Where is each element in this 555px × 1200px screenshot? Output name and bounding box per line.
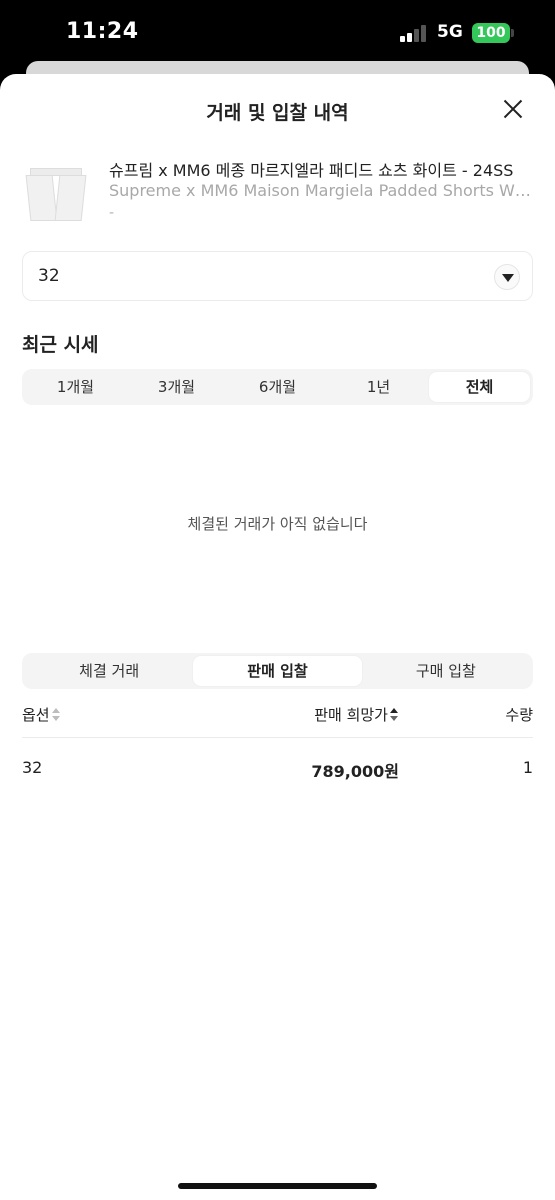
product-option: - bbox=[109, 205, 115, 221]
sort-icon bbox=[51, 708, 61, 722]
header-option-label: 옵션 bbox=[22, 706, 50, 724]
tab-sell-bids[interactable]: 판매 입찰 bbox=[193, 656, 362, 686]
row-price: 789,000원 bbox=[311, 762, 399, 781]
recent-prices-title: 최근 시세 bbox=[22, 334, 99, 356]
signal-icon bbox=[400, 24, 428, 42]
product-name-ko: 슈프림 x MM6 메종 마르지엘라 패디드 쇼츠 화이트 - 24SS bbox=[109, 161, 514, 180]
table-row: 32 789,000원 1 bbox=[22, 758, 533, 782]
header-option[interactable]: 옵션 bbox=[22, 704, 61, 725]
trade-history-sheet: 거래 및 입찰 내역 슈프림 x MM6 메종 마르지엘라 패디드 쇼츠 화이트… bbox=[0, 74, 555, 1200]
empty-price-message: 체결된 거래가 아직 없습니다 bbox=[187, 515, 368, 533]
status-time: 11:24 bbox=[66, 19, 139, 44]
tab-all[interactable]: 전체 bbox=[429, 372, 530, 402]
size-select[interactable]: 32 bbox=[22, 251, 533, 301]
size-select-value: 32 bbox=[38, 266, 60, 286]
sort-icon bbox=[390, 708, 399, 722]
row-quantity: 1 bbox=[522, 758, 533, 777]
home-indicator bbox=[178, 1183, 377, 1189]
tab-buy-bids[interactable]: 구매 입찰 bbox=[362, 656, 530, 686]
tab-1-year[interactable]: 1년 bbox=[328, 372, 429, 402]
close-icon[interactable] bbox=[497, 93, 529, 125]
header-quantity: 수량 bbox=[505, 706, 533, 724]
period-tabs: 1개월 3개월 6개월 1년 전체 bbox=[22, 369, 533, 405]
battery-tip bbox=[511, 29, 514, 37]
product-name-en: Supreme x MM6 Maison Margiela Padded Sho… bbox=[109, 181, 533, 200]
battery-icon: 100 bbox=[472, 23, 510, 43]
chevron-down-icon[interactable] bbox=[494, 264, 520, 290]
tab-6-months[interactable]: 6개월 bbox=[227, 372, 328, 402]
network-label: 5G bbox=[437, 22, 463, 42]
tab-1-month[interactable]: 1개월 bbox=[25, 372, 126, 402]
header-price-label: 판매 희망가 bbox=[314, 706, 388, 724]
bids-table-header: 옵션 판매 희망가 수량 bbox=[22, 704, 533, 738]
status-bar: 11:24 5G 100 bbox=[0, 0, 555, 66]
tab-completed-trades[interactable]: 체결 거래 bbox=[25, 656, 193, 686]
trade-tabs: 체결 거래 판매 입찰 구매 입찰 bbox=[22, 653, 533, 689]
product-image bbox=[22, 160, 90, 228]
row-option: 32 bbox=[22, 758, 43, 777]
shorts-image bbox=[25, 168, 87, 222]
header-price[interactable]: 판매 희망가 bbox=[314, 704, 399, 725]
tab-3-months[interactable]: 3개월 bbox=[126, 372, 227, 402]
sheet-title: 거래 및 입찰 내역 bbox=[206, 102, 349, 124]
